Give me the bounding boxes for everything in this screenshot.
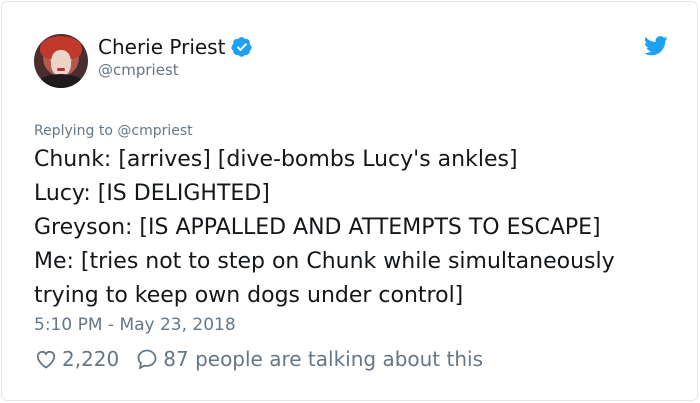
replying-to-label[interactable]: Replying to @cmpriest — [34, 123, 193, 139]
tweet-timestamp[interactable]: 5:10 PM - May 23, 2018 — [34, 315, 236, 335]
author-handle[interactable]: @cmpriest — [98, 61, 179, 79]
author-name-row[interactable]: Cherie Priest — [98, 35, 253, 59]
tweet-card: Cherie Priest @cmpriest Replying to @cmp… — [1, 1, 698, 401]
speech-bubble-icon[interactable] — [135, 347, 159, 371]
author-name[interactable]: Cherie Priest — [98, 35, 225, 59]
conversation-count[interactable]: 87 people are talking about this — [163, 347, 483, 371]
tweet-actions: 2,220 87 people are talking about this — [34, 347, 483, 371]
like-count[interactable]: 2,220 — [62, 347, 119, 371]
heart-icon[interactable] — [34, 347, 58, 371]
verified-badge-icon — [231, 37, 253, 57]
twitter-bird-icon[interactable] — [644, 36, 668, 56]
tweet-text: Chunk: [arrives] [dive-bombs Lucy's ankl… — [34, 147, 615, 308]
avatar[interactable] — [34, 34, 88, 88]
